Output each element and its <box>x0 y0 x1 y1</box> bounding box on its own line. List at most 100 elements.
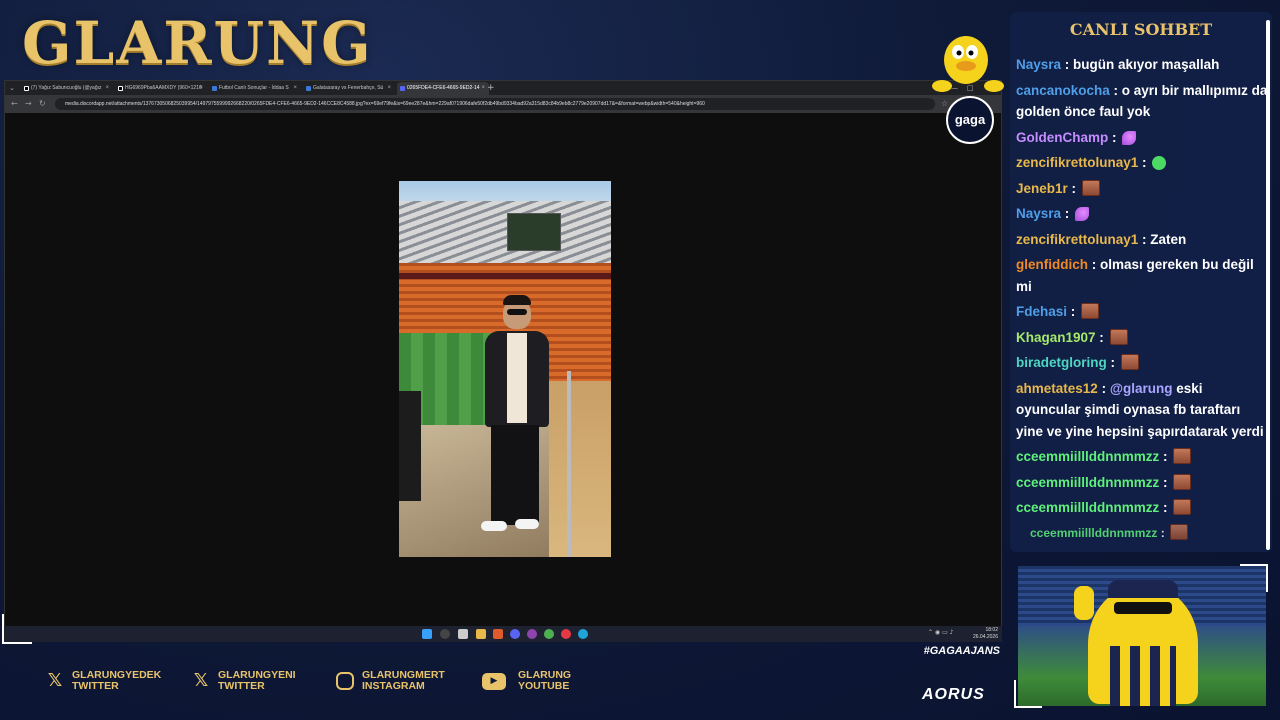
close-icon[interactable]: × <box>199 82 203 95</box>
cash-emote-icon <box>1152 156 1167 170</box>
wall <box>549 381 611 557</box>
sponsor-logo: AORUS <box>922 686 985 703</box>
social-youtube[interactable]: ▶ GLARUNG YOUTUBE <box>482 668 592 696</box>
chat-scrollbar[interactable] <box>1266 20 1270 550</box>
discord-icon <box>400 86 405 91</box>
chat-username[interactable]: cceemmiilllddnnmmzz <box>1016 449 1159 464</box>
new-tab-button[interactable]: + <box>487 81 495 95</box>
search-icon[interactable] <box>440 629 450 639</box>
chat-username[interactable]: cceemmiilllddnnmmzz <box>1016 475 1159 490</box>
chat-username[interactable]: GoldenChamp <box>1016 130 1108 145</box>
chat-username[interactable]: ahmetates12 <box>1016 381 1098 396</box>
youtube-icon: ▶ <box>482 673 506 690</box>
mascot-hand <box>932 80 952 92</box>
app-icon[interactable] <box>561 629 571 639</box>
forward-icon[interactable]: → <box>25 98 32 110</box>
chat-separator: : <box>1061 57 1074 72</box>
tab-discord-image[interactable]: 0265FDE4-CFE6-4665-9ED2-14 × <box>397 82 489 95</box>
site-icon <box>212 86 217 91</box>
chat-separator: : <box>1159 500 1172 515</box>
tab-twitter-profile[interactable]: (7) Yağız Sabuncuoğlu (@yağız × <box>21 82 113 95</box>
person-trousers <box>491 425 539 525</box>
chat-message: Naysra : <box>1016 201 1270 227</box>
tab-live-scores[interactable]: Futbol Canlı Sonuçlar - İddaa S × <box>209 82 301 95</box>
tab-twitter-image[interactable]: HG6969Pba6AAMXDY (960×1216 × <box>115 82 207 95</box>
chat-username[interactable]: Naysra <box>1016 57 1061 72</box>
chat-separator: : <box>1159 449 1172 464</box>
social-twitter-yedek[interactable]: 𝕏 GLARUNGYEDEK TWITTER <box>44 668 184 696</box>
task-view-icon[interactable] <box>458 629 468 639</box>
social-platform: TWITTER <box>72 680 119 692</box>
chat-username[interactable]: Khagan1907 <box>1016 330 1096 345</box>
face-emote-icon <box>1109 328 1128 345</box>
reload-icon[interactable]: ↻ <box>39 98 46 110</box>
chat-message-list: Naysra : bugün akıyor maşallah cancanokoc… <box>1016 52 1270 546</box>
chat-separator: : <box>1108 129 1121 145</box>
face-emote-icon <box>1173 448 1192 464</box>
chat-message: ahmetates12 : @glarung eski oyuncular şi… <box>1016 376 1270 445</box>
social-twitter-yeni[interactable]: 𝕏 GLARUNGYENI TWITTER <box>190 668 320 696</box>
tray-icons[interactable]: ⌃ ◉ ▭ ♪ <box>928 629 953 636</box>
chat-username[interactable]: Jeneb1r <box>1016 181 1068 196</box>
chat-username[interactable]: biradetgloring <box>1016 355 1107 370</box>
file-explorer-icon[interactable] <box>476 629 486 639</box>
chat-username[interactable]: Naysra <box>1016 206 1061 221</box>
windows-start-icon[interactable] <box>422 629 432 639</box>
clock[interactable]: 18:02 26.04.2026 <box>973 627 998 641</box>
chat-username[interactable]: zencifikrettolunay1 <box>1016 155 1138 170</box>
url-field[interactable]: media.discordapp.net/attachments/1376730… <box>55 98 935 110</box>
chat-separator: : <box>1159 474 1172 490</box>
close-icon[interactable]: × <box>387 82 391 95</box>
page-viewport <box>5 113 1001 627</box>
tab-label: 0265FDE4-CFE6-4665-9ED2-14 <box>407 85 480 91</box>
brave-browser-icon[interactable] <box>493 629 503 639</box>
chat-username[interactable]: zencifikrettolunay1 <box>1016 232 1138 247</box>
chat-username[interactable]: glenfiddich <box>1016 257 1088 272</box>
chat-title: CANLI SOHBET <box>1069 20 1213 39</box>
feather-emote-icon <box>1122 130 1137 145</box>
chat-username[interactable]: Fdehasi <box>1016 304 1067 319</box>
jersey <box>1110 646 1176 706</box>
chat-separator: : <box>1095 329 1108 345</box>
instagram-icon <box>336 672 354 690</box>
os-taskbar: ⌃ ◉ ▭ ♪ 18:02 26.04.2026 <box>4 626 1002 642</box>
close-icon[interactable]: × <box>105 82 109 95</box>
gaga-badge: gaga <box>946 96 994 144</box>
bookmark-star-icon[interactable]: ☆ <box>941 98 948 110</box>
scoreboard <box>507 213 561 251</box>
app-icon[interactable] <box>527 629 537 639</box>
mascot-pupil <box>956 50 962 56</box>
address-bar: ← → ↻ media.discordapp.net/attachments/1… <box>5 95 1001 113</box>
social-text: GLARUNGYEDEK TWITTER <box>72 670 161 692</box>
stadium-photo[interactable] <box>399 181 611 557</box>
railing <box>567 371 571 557</box>
stand-banner <box>399 273 611 279</box>
mascot-head <box>944 36 988 84</box>
chat-separator: : <box>1067 304 1080 319</box>
chat-message: Fdehasi : <box>1016 299 1270 325</box>
chat-username[interactable]: cceemmiilllddnnmmzz <box>1030 526 1157 540</box>
tab-search-icon[interactable]: ⌄ <box>9 82 15 94</box>
chrome-icon[interactable] <box>544 629 554 639</box>
chat-username[interactable]: cancanokocha <box>1016 83 1110 98</box>
edge-icon[interactable] <box>578 629 588 639</box>
discord-icon[interactable] <box>510 629 520 639</box>
tab-match[interactable]: Galatasaray vs Fenerbahçe, Sü × <box>303 82 395 95</box>
face-emote-icon <box>1081 179 1100 196</box>
close-icon[interactable]: × <box>481 82 485 95</box>
back-icon[interactable]: ← <box>11 98 18 110</box>
face-emote-icon <box>1173 473 1192 490</box>
face-emote-icon <box>1170 523 1189 540</box>
close-icon[interactable]: × <box>293 82 297 95</box>
cap <box>1108 580 1178 598</box>
clock-date: 26.04.2026 <box>972 634 998 640</box>
social-text: GLARUNG YOUTUBE <box>518 670 571 692</box>
social-instagram[interactable]: GLARUNGMERT INSTAGRAM <box>334 668 474 696</box>
chat-separator: : <box>1138 231 1151 247</box>
lower-stands <box>539 333 611 383</box>
chat-username[interactable]: cceemmiilllddnnmmzz <box>1016 500 1159 515</box>
chat-mention[interactable]: @glarung <box>1110 381 1173 396</box>
chat-separator: : <box>1109 82 1122 98</box>
social-platform: YOUTUBE <box>518 680 570 692</box>
chat-message: cceemmiilllddnnmmzz : <box>1016 495 1270 521</box>
